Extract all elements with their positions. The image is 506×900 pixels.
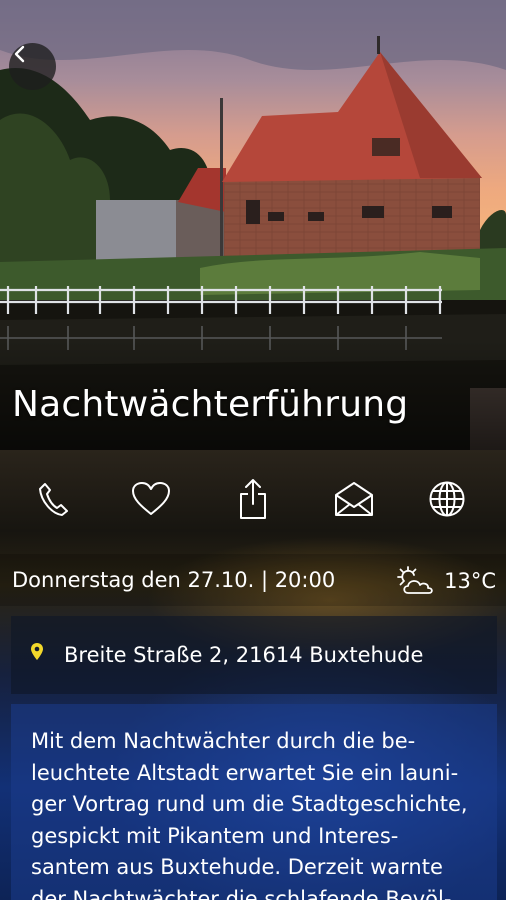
weather-info: 13°C bbox=[394, 565, 496, 597]
back-icon bbox=[14, 45, 25, 63]
back-button[interactable] bbox=[9, 43, 56, 90]
event-address: Breite Straße 2, 21614 Buxtehude bbox=[64, 643, 424, 667]
heart-icon bbox=[132, 482, 170, 515]
phone-icon bbox=[39, 483, 68, 516]
hero-image: Nachtwächterführung bbox=[0, 0, 506, 450]
date-row: Donnerstag den 27.10. | 20:00 13°C bbox=[0, 554, 506, 606]
description-card: Mit dem Nachtwächter durch die be- leuch… bbox=[11, 704, 497, 900]
temperature: 13°C bbox=[444, 569, 496, 593]
location-pin-icon bbox=[31, 643, 43, 660]
share-icon bbox=[240, 479, 266, 519]
event-date-time: Donnerstag den 27.10. | 20:00 bbox=[12, 568, 336, 592]
action-bar bbox=[0, 450, 506, 548]
event-description: Mit dem Nachtwächter durch die be- leuch… bbox=[31, 729, 468, 900]
globe-icon bbox=[429, 481, 465, 517]
mail-icon bbox=[335, 482, 373, 516]
favorite-button[interactable] bbox=[129, 477, 173, 521]
email-button[interactable] bbox=[332, 477, 376, 521]
partly-cloudy-icon bbox=[397, 566, 433, 594]
event-details: Donnerstag den 27.10. | 20:00 13°C Breit bbox=[0, 450, 506, 900]
page-title: Nachtwächterführung bbox=[12, 384, 409, 425]
hero-illustration bbox=[0, 0, 506, 450]
website-button[interactable] bbox=[425, 477, 469, 521]
address-card[interactable]: Breite Straße 2, 21614 Buxtehude bbox=[11, 616, 497, 694]
share-button[interactable] bbox=[231, 477, 275, 521]
call-button[interactable] bbox=[31, 477, 75, 521]
